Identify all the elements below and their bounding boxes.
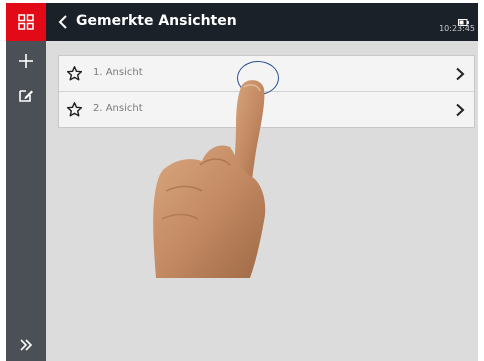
chevron-left-icon: [58, 15, 67, 29]
edit-button[interactable]: [6, 79, 46, 111]
plus-icon: [19, 54, 33, 68]
view-label: 2. Ansicht: [93, 103, 143, 114]
star-outline-icon[interactable]: [66, 65, 83, 82]
clock-time: 10:23:45: [439, 24, 475, 33]
edit-icon: [19, 90, 33, 102]
back-button[interactable]: [54, 13, 72, 31]
page-title: Gemerkte Ansichten: [76, 13, 237, 29]
app-window: Gemerkte Ansichten 10:23:45 1. Ansicht 2…: [6, 3, 478, 361]
apps-button[interactable]: [6, 3, 46, 41]
pointing-hand-image: [153, 80, 266, 278]
star-outline-icon[interactable]: [66, 101, 83, 118]
expand-sidebar-button[interactable]: [6, 329, 46, 361]
sidebar: [6, 3, 46, 361]
add-button[interactable]: [6, 45, 46, 77]
chevron-right-icon: [456, 103, 465, 117]
view-label: 1. Ansicht: [93, 67, 143, 78]
grid-icon: [18, 14, 34, 30]
chevron-right-icon: [456, 67, 465, 81]
header-bar: Gemerkte Ansichten 10:23:45: [46, 3, 478, 41]
double-chevron-right-icon: [20, 339, 33, 351]
